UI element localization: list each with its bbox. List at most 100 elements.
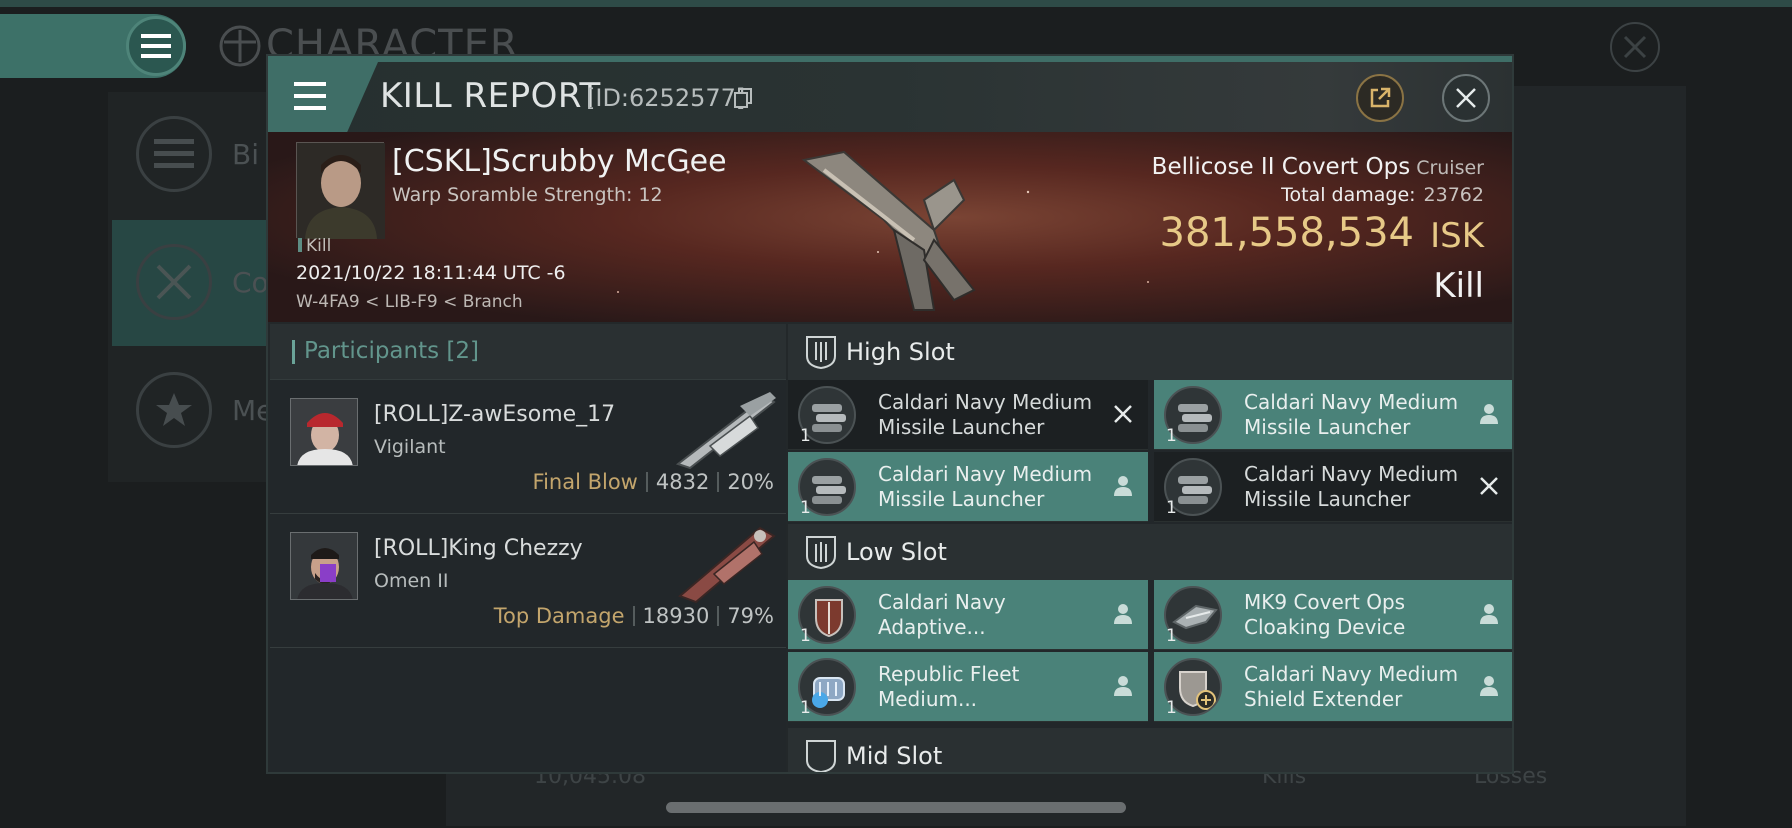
module-item[interactable]: 1 Caldari Navy Medium Missile Launcher (1154, 452, 1512, 522)
kill-id: [ID:6252577] (586, 84, 746, 112)
participant-percent: 20% (727, 470, 774, 494)
copy-icon[interactable] (734, 88, 752, 108)
dropped-person-icon (1114, 604, 1132, 624)
victim-portrait[interactable] (296, 142, 385, 239)
participant-row[interactable]: [ROLL]Z-awEsome_17 Vigilant Final Blow 48… (270, 380, 786, 514)
victim-banner: [CSKL]Scrubby McGee Warp Soramble Streng… (268, 132, 1512, 322)
ship-name-text: Bellicose II Covert Ops (1151, 154, 1411, 180)
module-quantity: 1 (1166, 698, 1177, 718)
bg-sidebar-label: Bi (232, 138, 259, 171)
module-name: MK9 Covert Ops Cloaking Device (1244, 590, 1406, 639)
bg-sidebar-item-combat[interactable]: Co (112, 220, 278, 346)
participant-ship: Omen II (374, 570, 449, 592)
bg-sidebar-item-bio[interactable]: Bi (112, 92, 278, 218)
bg-menu-button[interactable] (126, 16, 186, 76)
module-quantity: 1 (1166, 498, 1177, 518)
total-damage-label: Total damage: (1281, 184, 1416, 206)
module-item[interactable]: 1 MK9 Covert Ops Cloaking Device (1154, 580, 1512, 650)
participant-percent: 79% (727, 604, 774, 628)
ship-class: Cruiser (1416, 157, 1484, 179)
module-item[interactable]: 1 Caldari Navy Medium Missile Launcher (788, 452, 1148, 522)
participant-ship-image (678, 526, 776, 604)
divider (717, 472, 720, 492)
dropped-person-icon (1480, 604, 1498, 624)
destroyed-x-icon (1114, 405, 1132, 423)
modal-header: KILL REPORT [ID:6252577] (268, 62, 1512, 132)
module-quantity: 1 (1166, 626, 1177, 646)
dropped-person-icon (1114, 476, 1132, 496)
module-quantity: 1 (1166, 426, 1177, 446)
star-icon (136, 372, 212, 448)
participant-label: Top Damage (493, 604, 625, 628)
participant-damage: 4832 (655, 470, 710, 494)
total-damage: Total damage: 23762 (1281, 184, 1484, 206)
top-accent-line (0, 0, 1792, 7)
share-button[interactable] (1356, 74, 1404, 122)
participant-portrait[interactable] (290, 398, 358, 466)
participant-ship-image (675, 392, 776, 470)
module-name: Caldari Navy Medium Missile Launcher (878, 462, 1093, 511)
participant-name: [ROLL]Z-awEsome_17 (374, 402, 616, 427)
module-item[interactable]: 1 Republic Fleet Medium... (788, 652, 1148, 722)
module-quantity: 1 (800, 626, 811, 646)
mid-slot-header: Mid Slot (788, 728, 1512, 772)
participants-panel: Participants [2] [ROLL]Z-awEsome_17 Vigi… (270, 324, 786, 772)
dropped-person-icon (1480, 676, 1498, 696)
dropped-person-icon (1480, 404, 1498, 424)
module-quantity: 1 (800, 498, 811, 518)
participant-ship: Vigilant (374, 436, 446, 458)
high-slot-title: High Slot (846, 338, 955, 366)
total-damage-value: 23762 (1423, 184, 1484, 206)
divider (717, 606, 720, 626)
close-icon (1623, 35, 1647, 59)
crossed-swords-icon (136, 244, 212, 320)
isk-value: 381,558,534 (1159, 210, 1414, 256)
module-item[interactable]: 1 Caldari Navy Medium Missile Launcher (788, 380, 1148, 450)
module-name: Caldari Navy Adaptive... (878, 590, 1006, 639)
participant-label: Final Blow (532, 470, 638, 494)
list-icon (136, 116, 212, 192)
module-name: Caldari Navy Medium Shield Extender (1244, 662, 1459, 711)
victim-warp-strength: Warp Soramble Strength: 12 (392, 184, 663, 206)
header-accent-bar (292, 340, 295, 364)
dropped-person-icon (1114, 676, 1132, 696)
kill-timestamp: 2021/10/22 18:11:44 UTC -6 (296, 262, 566, 284)
divider (645, 472, 648, 492)
victim-name: [CSKL]Scrubby McGee (392, 144, 727, 179)
result-label: Kill (1433, 266, 1484, 306)
module-item[interactable]: 1 Caldari Navy Adaptive... (788, 580, 1148, 650)
participant-name: [ROLL]King Chezzy (374, 536, 583, 561)
participants-title: Participants [2] (304, 338, 479, 364)
module-item[interactable]: 1 Caldari Navy Medium Shield Extender (1154, 652, 1512, 722)
close-icon (1456, 88, 1476, 108)
menu-icon (141, 34, 171, 58)
kill-tag: Kill (298, 236, 331, 256)
fittings-panel: High Slot 1 Caldari Navy Medium Missile … (788, 324, 1512, 772)
module-quantity: 1 (800, 426, 811, 446)
high-slot-header: High Slot (788, 324, 1512, 380)
module-item[interactable]: 1 Caldari Navy Medium Missile Launcher (1154, 380, 1512, 450)
bg-sidebar-item-medals[interactable]: Me (112, 348, 278, 474)
mid-slot-icon (806, 740, 836, 772)
module-quantity: 1 (800, 698, 811, 718)
low-slot-header: Low Slot (788, 524, 1512, 580)
participants-header: Participants [2] (270, 324, 786, 380)
vitruvian-icon (219, 25, 261, 67)
bg-sidebar-label: Co (232, 266, 269, 299)
isk-unit: ISK (1430, 216, 1484, 256)
menu-icon[interactable] (288, 76, 332, 116)
divider (632, 606, 635, 626)
participant-row[interactable]: [ROLL]King Chezzy Omen II Top Damage 1893… (270, 514, 786, 648)
victim-ship-image (801, 150, 976, 311)
close-button[interactable] (1442, 74, 1490, 122)
low-slot-icon (806, 536, 836, 570)
destroyed-x-icon (1480, 477, 1498, 495)
victim-ship-name: Bellicose II Covert Ops Cruiser (1152, 154, 1484, 180)
bg-close-button[interactable] (1610, 22, 1660, 72)
module-name: Caldari Navy Medium Missile Launcher (1244, 390, 1459, 439)
mid-slot-title: Mid Slot (846, 742, 943, 770)
home-indicator-bar (666, 802, 1126, 813)
kill-report-modal: KILL REPORT [ID:6252577] [CSKL]Scrubby M… (266, 54, 1514, 774)
participant-damage: 18930 (642, 604, 710, 628)
participant-stats: Top Damage 18930 79% (494, 604, 774, 628)
